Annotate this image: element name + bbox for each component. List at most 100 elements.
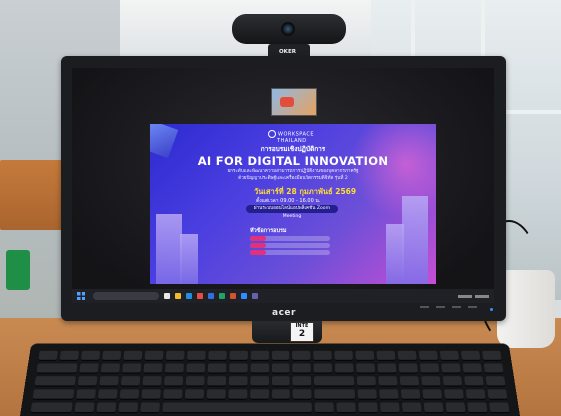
keyboard-key[interactable] xyxy=(357,376,377,387)
keyboard-key[interactable] xyxy=(483,363,504,374)
keyboard-key[interactable] xyxy=(186,350,206,361)
keyboard-key[interactable] xyxy=(30,402,73,414)
keyboard-key[interactable] xyxy=(489,402,510,414)
keyboard-key[interactable] xyxy=(184,389,204,400)
keyboard-key[interactable] xyxy=(271,363,290,374)
keyboard-key[interactable] xyxy=(313,350,333,361)
keyboard-key[interactable] xyxy=(80,350,101,361)
keyboard-key[interactable] xyxy=(379,389,399,400)
keyboard-key[interactable] xyxy=(358,402,379,414)
keyboard-key[interactable] xyxy=(77,376,98,387)
keyboard-key[interactable] xyxy=(96,402,117,414)
keyboard-key[interactable] xyxy=(335,363,355,374)
keyboard-key[interactable] xyxy=(38,350,58,361)
keyboard-key[interactable] xyxy=(100,363,120,374)
keyboard-key[interactable] xyxy=(34,376,76,387)
keyboard-key[interactable] xyxy=(120,376,141,387)
keyboard-key[interactable] xyxy=(376,350,396,361)
monitor-buttons[interactable] xyxy=(420,306,477,308)
keyboard-key[interactable] xyxy=(465,389,486,400)
keyboard-key[interactable] xyxy=(441,363,461,374)
word-icon[interactable] xyxy=(208,293,214,299)
keyboard-key[interactable] xyxy=(99,376,119,387)
keyboard-key[interactable] xyxy=(464,376,485,387)
keyboard-key[interactable] xyxy=(121,363,142,374)
keyboard-key[interactable] xyxy=(292,350,311,361)
keyboard-key[interactable] xyxy=(185,376,205,387)
keyboard-key[interactable] xyxy=(487,389,508,400)
keyboard-key[interactable] xyxy=(292,363,312,374)
keyboard-key[interactable] xyxy=(119,389,139,400)
keyboard-key[interactable] xyxy=(402,402,422,414)
keyboard-key[interactable] xyxy=(421,376,441,387)
keyboard-key[interactable] xyxy=(164,363,184,374)
keyboard-key[interactable] xyxy=(79,363,99,374)
keyboard-key[interactable] xyxy=(185,363,205,374)
keyboard-key[interactable] xyxy=(249,376,269,387)
keyboard-key[interactable] xyxy=(378,376,398,387)
keyboard-key[interactable] xyxy=(293,389,312,400)
keyboard-key[interactable] xyxy=(398,363,419,374)
keyboard-key[interactable] xyxy=(206,389,226,400)
keyboard-key[interactable] xyxy=(271,389,291,400)
keyboard[interactable] xyxy=(20,343,520,416)
keyboard-key[interactable] xyxy=(250,363,269,374)
keyboard-key[interactable] xyxy=(422,389,443,400)
keyboard-key[interactable] xyxy=(418,350,439,361)
keyboard-key[interactable] xyxy=(75,389,96,400)
keyboard-key[interactable] xyxy=(355,350,375,361)
keyboard-key[interactable] xyxy=(165,350,185,361)
image-thumbnail[interactable] xyxy=(271,88,317,116)
keyboard-key[interactable] xyxy=(142,376,162,387)
keyboard-key[interactable] xyxy=(118,402,138,414)
keyboard-key[interactable] xyxy=(144,350,164,361)
file-explorer-icon[interactable] xyxy=(175,293,181,299)
chrome-icon[interactable] xyxy=(197,293,203,299)
windows-start-icon[interactable] xyxy=(77,292,85,300)
powerpoint-icon[interactable] xyxy=(230,293,236,299)
keyboard-key[interactable] xyxy=(123,350,143,361)
keyboard-key[interactable] xyxy=(401,389,421,400)
tray-notification-icon[interactable] xyxy=(458,294,472,298)
keyboard-key[interactable] xyxy=(228,376,248,387)
keyboard-key[interactable] xyxy=(314,389,356,400)
keyboard-key[interactable] xyxy=(444,389,465,400)
keyboard-key[interactable] xyxy=(140,402,160,414)
excel-icon[interactable] xyxy=(219,293,225,299)
keyboard-key[interactable] xyxy=(420,363,440,374)
monitor-button[interactable] xyxy=(420,306,429,308)
keyboard-key[interactable] xyxy=(141,389,161,400)
keyboard-key[interactable] xyxy=(377,363,397,374)
keyboard-key[interactable] xyxy=(357,389,378,400)
keyboard-key[interactable] xyxy=(315,402,335,414)
keyboard-key[interactable] xyxy=(336,402,357,414)
keyboard-key[interactable] xyxy=(313,363,333,374)
keyboard-key[interactable] xyxy=(161,402,313,414)
keyboard-key[interactable] xyxy=(36,363,78,374)
keyboard-key[interactable] xyxy=(97,389,118,400)
keyboard-key[interactable] xyxy=(229,350,248,361)
keyboard-key[interactable] xyxy=(462,363,483,374)
tray-clock[interactable] xyxy=(475,294,489,298)
keyboard-key[interactable] xyxy=(485,376,506,387)
monitor-button[interactable] xyxy=(436,306,445,308)
keyboard-key[interactable] xyxy=(143,363,163,374)
monitor-button[interactable] xyxy=(452,306,461,308)
keyboard-key[interactable] xyxy=(228,389,247,400)
keyboard-key[interactable] xyxy=(397,350,417,361)
keyboard-key[interactable] xyxy=(271,350,290,361)
keyboard-key[interactable] xyxy=(399,376,420,387)
system-tray[interactable] xyxy=(458,294,489,298)
keyboard-key[interactable] xyxy=(445,402,466,414)
keyboard-key[interactable] xyxy=(460,350,481,361)
edge-browser-icon[interactable] xyxy=(186,293,192,299)
keyboard-key[interactable] xyxy=(467,402,488,414)
keyboard-key[interactable] xyxy=(207,363,227,374)
keyboard-key[interactable] xyxy=(314,376,355,387)
keyboard-key[interactable] xyxy=(59,350,79,361)
keyboard-key[interactable] xyxy=(356,363,376,374)
keyboard-key[interactable] xyxy=(207,350,227,361)
zoom-icon[interactable] xyxy=(241,293,247,299)
keyboard-key[interactable] xyxy=(249,389,269,400)
keyboard-key[interactable] xyxy=(206,376,226,387)
